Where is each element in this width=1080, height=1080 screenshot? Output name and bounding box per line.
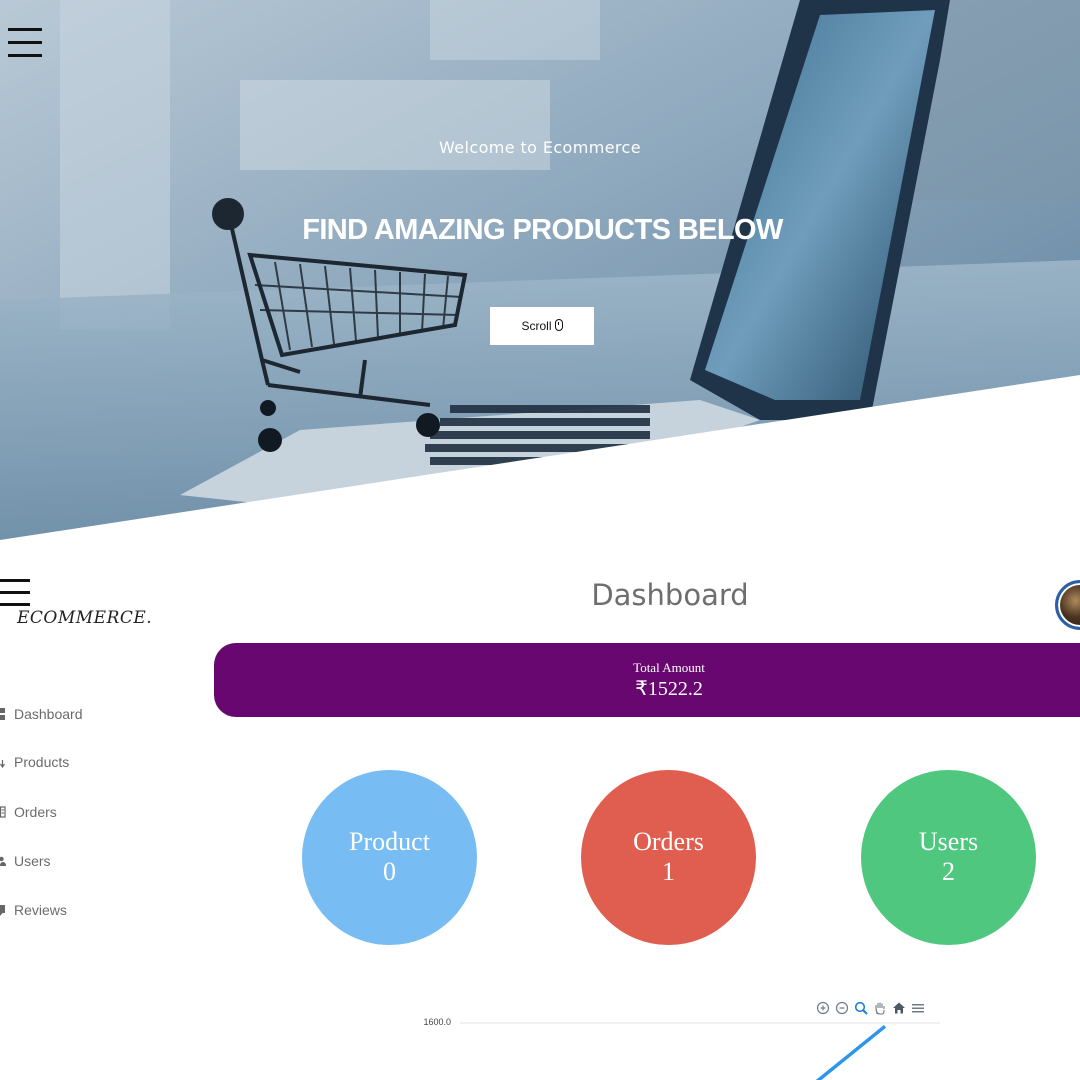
user-avatar[interactable] — [1055, 580, 1080, 630]
sidebar-item-label: Reviews — [14, 902, 67, 918]
hamburger-bar — [8, 28, 42, 31]
hero-welcome-text: Welcome to Ecommerce — [439, 138, 641, 157]
stat-value: 1 — [662, 857, 675, 886]
orders-count-circle[interactable]: Orders 1 — [581, 770, 756, 945]
hamburger-bar — [0, 591, 30, 594]
stat-label: Users — [918, 827, 979, 856]
chart-series-line — [815, 1024, 887, 1080]
stat-label: Product — [349, 827, 430, 856]
y-axis-tick-label: 1600.0 — [423, 1017, 451, 1027]
product-count-circle[interactable]: Product 0 — [302, 770, 477, 945]
hamburger-bar — [8, 41, 42, 44]
users-count-circle[interactable]: Users 2 — [861, 770, 1036, 945]
hamburger-bar — [0, 603, 30, 606]
hamburger-bar — [8, 54, 42, 57]
sidebar-item-users[interactable]: Users — [0, 849, 51, 873]
hero-title: FIND AMAZING PRODUCTS BELOW — [302, 214, 783, 246]
sidebar-item-label: Products — [14, 754, 70, 770]
top-menu-hamburger-icon[interactable] — [8, 28, 42, 60]
sidebar-hamburger-icon[interactable] — [0, 579, 30, 609]
sidebar-item-dashboard[interactable]: Dashboard — [0, 702, 83, 726]
hero-banner: Welcome to Ecommerce FIND AMAZING PRODUC… — [0, 0, 1080, 540]
reviews-icon — [0, 903, 14, 917]
sidebar-item-orders[interactable]: Orders — [0, 800, 57, 824]
page-title: Dashboard — [591, 578, 749, 612]
stat-value: 2 — [942, 857, 955, 886]
sidebar-item-reviews[interactable]: Reviews — [0, 898, 67, 922]
scroll-button[interactable]: Scroll — [490, 307, 594, 345]
total-amount-banner: Total Amount ₹1522.2 — [214, 643, 1080, 717]
stat-value: 0 — [383, 857, 396, 886]
stat-label: Orders — [633, 827, 704, 856]
sidebar-item-label: Dashboard — [14, 706, 83, 722]
arrow-down-icon — [0, 755, 14, 769]
dashboard-icon — [0, 707, 14, 721]
sidebar-item-label: Users — [14, 853, 51, 869]
sidebar-item-products[interactable]: Products — [0, 750, 69, 774]
chart-series — [815, 1024, 887, 1080]
total-amount-label: Total Amount — [633, 660, 705, 675]
brand-logo[interactable]: ECOMMERCE. — [17, 608, 152, 628]
user-icon — [0, 854, 14, 868]
sidebar-item-label: Orders — [14, 804, 57, 820]
hero-background-image — [0, 0, 1080, 540]
hamburger-bar — [0, 579, 30, 582]
orders-icon — [0, 805, 14, 819]
scroll-button-label: Scroll — [521, 319, 552, 333]
mouse-icon — [554, 319, 563, 331]
revenue-line-chart: 1600.0 — [423, 1017, 940, 1080]
total-amount-value: ₹1522.2 — [635, 678, 703, 700]
